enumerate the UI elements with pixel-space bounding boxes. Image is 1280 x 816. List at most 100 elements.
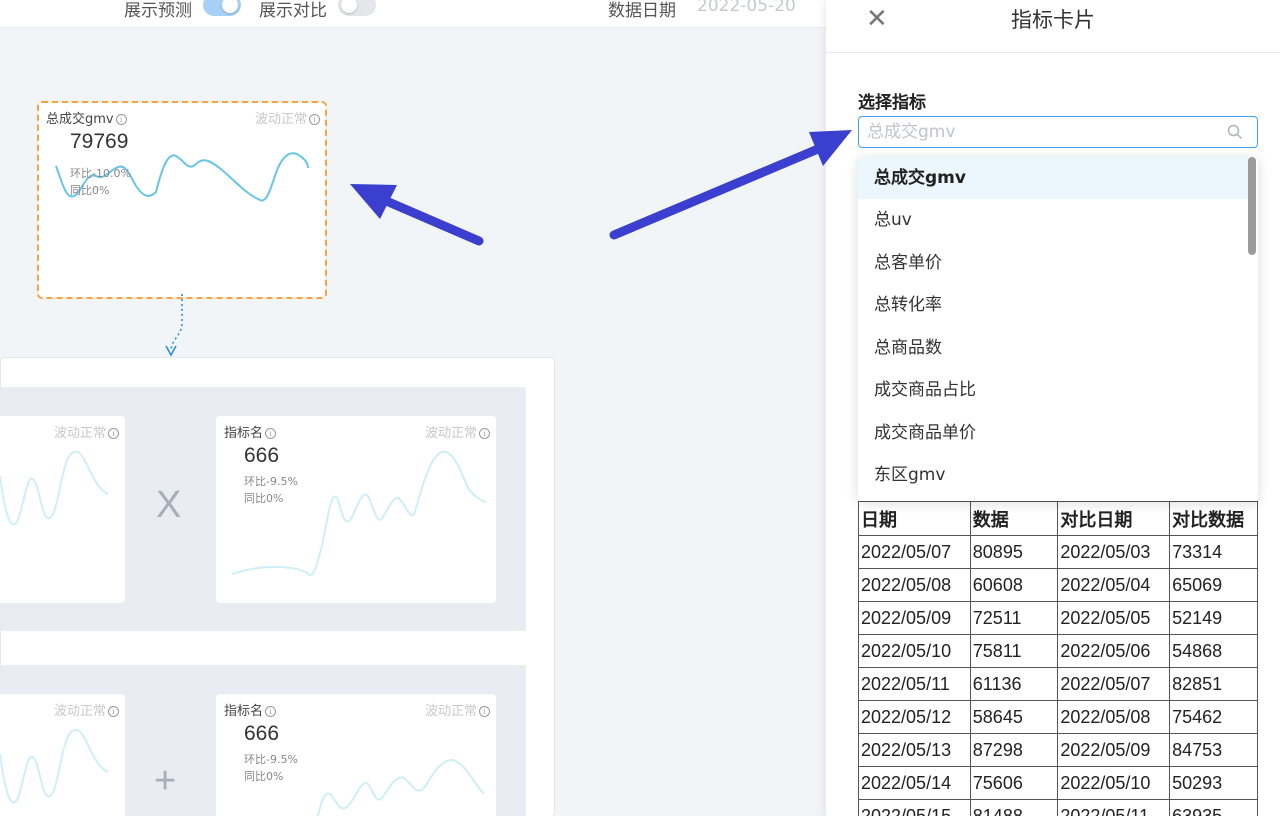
search-icon (1227, 124, 1243, 140)
table-row: 2022/05/15 81488 2022/05/11 63935 (858, 799, 1258, 816)
table-cell: 2022/05/08 (1057, 700, 1171, 734)
table-cell: 2022/05/07 (858, 535, 971, 569)
metric-value: 666 (244, 444, 280, 467)
yoy-change: 同比0% (244, 492, 284, 505)
table-cell: 58645 (969, 700, 1059, 734)
metric-name: 指标名 i (224, 700, 277, 719)
multiply-operator[interactable]: X (156, 484, 181, 527)
info-icon[interactable]: i (265, 428, 277, 439)
table-cell: 2022/05/06 (1057, 634, 1171, 668)
table-row: 2022/05/13 87298 2022/05/09 84753 (858, 733, 1258, 767)
toggle-knob (341, 0, 357, 13)
data-date-label: 数据日期 (608, 1, 676, 21)
table-cell: 2022/05/10 (1057, 766, 1171, 800)
data-date-picker[interactable]: 2022-05-20 (697, 0, 796, 16)
metric-search-input[interactable] (867, 120, 1217, 144)
table-cell: 2022/05/09 (1057, 733, 1171, 767)
info-icon[interactable]: i (479, 428, 490, 439)
yoy-change: 同比0% (244, 770, 284, 783)
metric-name: 总成交gmv i (46, 108, 127, 127)
table-cell: 75811 (969, 634, 1059, 668)
info-icon[interactable]: i (309, 114, 320, 125)
column-header: 对比日期 (1057, 501, 1171, 536)
metric-dropdown: 总成交gmv 总uv 总客单价 总转化率 总商品数 成交商品占比 成交商品单价 … (858, 157, 1258, 501)
table-cell: 65069 (1169, 568, 1258, 602)
table-cell: 73314 (1169, 535, 1258, 569)
dropdown-option[interactable]: 总客单价 (858, 242, 1250, 284)
drawer-title: 指标卡片 (1011, 8, 1095, 32)
table-cell: 2022/05/08 (858, 568, 971, 602)
mom-change: 环比-9.5% (244, 753, 298, 766)
table-cell: 2022/05/10 (858, 634, 971, 668)
mom-change: 环比-10.0% (70, 167, 131, 180)
right-metric-card[interactable]: 指标名 i 波动正常 i 666 环比-9.5% 同比0% (216, 416, 496, 603)
fluctuation-status: 波动正常 i (54, 700, 119, 719)
table-cell: 2022/05/12 (858, 700, 971, 734)
fluctuation-status: 波动正常 i (425, 700, 490, 719)
table-cell: 2022/05/09 (858, 601, 971, 635)
metric-name: 指标名 i (224, 422, 277, 441)
table-row: 2022/05/10 75811 2022/05/06 54868 (858, 634, 1258, 668)
info-icon[interactable]: i (108, 428, 119, 439)
table-cell: 2022/05/11 (858, 667, 971, 701)
table-cell: 50293 (1169, 766, 1258, 800)
table-row: 2022/05/07 80895 2022/05/03 73314 (858, 535, 1258, 569)
left-metric-card[interactable]: 波动正常 i (0, 694, 125, 816)
show-forecast-toggle[interactable] (203, 0, 241, 16)
table-cell: 84753 (1169, 733, 1258, 767)
table-cell: 2022/05/11 (1057, 799, 1171, 816)
dropdown-option[interactable]: 成交商品占比 (858, 369, 1250, 411)
drawer-header: ✕ 指标卡片 (826, 0, 1280, 53)
table-cell: 52149 (1169, 601, 1258, 635)
table-cell: 60608 (969, 568, 1059, 602)
info-icon[interactable]: i (265, 706, 277, 717)
table-cell: 2022/05/13 (858, 733, 971, 767)
table-row: 2022/05/12 58645 2022/05/08 75462 (858, 700, 1258, 734)
table-row: 2022/05/14 75606 2022/05/10 50293 (858, 766, 1258, 800)
metric-data-table: 日期 数据 对比日期 对比数据 2022/05/07 80895 2022/05/0… (858, 501, 1258, 816)
table-cell: 61136 (969, 667, 1059, 701)
fluctuation-status: 波动正常 i (425, 422, 490, 441)
metric-select[interactable] (858, 116, 1258, 148)
table-row: 2022/05/11 61136 2022/05/07 82851 (858, 667, 1258, 701)
plus-operator[interactable]: + (154, 760, 176, 803)
table-cell: 2022/05/03 (1057, 535, 1171, 569)
fluctuation-status: 波动正常 i (54, 422, 119, 441)
dropdown-option[interactable]: 总成交gmv (858, 157, 1250, 199)
info-icon[interactable]: i (115, 114, 127, 125)
table-cell: 75606 (969, 766, 1059, 800)
dropdown-option[interactable]: 总商品数 (858, 327, 1250, 369)
dropdown-option[interactable]: 东区gmv (858, 454, 1250, 496)
info-icon[interactable]: i (479, 706, 490, 717)
table-header-row: 日期 数据 对比日期 对比数据 (858, 501, 1258, 536)
table-cell: 75462 (1169, 700, 1258, 734)
left-metric-card[interactable]: 波动正常 i (0, 416, 125, 603)
table-row: 2022/05/09 72511 2022/05/05 52149 (858, 601, 1258, 635)
dropdown-option[interactable]: 成交商品单价 (858, 412, 1250, 454)
canvas: 总成交gmv i 波动正常 i 79769 环比-10.0% 同比0% 波动正常 i … (0, 28, 826, 816)
main-metric-card[interactable]: 总成交gmv i 波动正常 i 79769 环比-10.0% 同比0% (37, 101, 327, 299)
table-cell: 63935 (1169, 799, 1258, 816)
dropdown-option[interactable]: 总uv (858, 199, 1250, 241)
right-metric-card[interactable]: 指标名 i 波动正常 i 666 环比-9.5% 同比0% (216, 694, 496, 816)
metric-value: 79769 (70, 130, 129, 153)
table-cell: 2022/05/14 (858, 766, 971, 800)
toolbar: 展示预测 展示对比 数据日期 2022-05-20 (0, 0, 826, 28)
table-cell: 2022/05/04 (1057, 568, 1171, 602)
table-cell: 87298 (969, 733, 1059, 767)
dropdown-option[interactable]: 总转化率 (858, 284, 1250, 326)
show-compare-toggle[interactable] (338, 0, 376, 16)
table-cell: 82851 (1169, 667, 1258, 701)
table-cell: 2022/05/15 (858, 799, 971, 816)
dropdown-scrollbar[interactable] (1248, 157, 1256, 255)
select-metric-label: 选择指标 (858, 93, 926, 113)
table-cell: 2022/05/05 (1057, 601, 1171, 635)
mom-change: 环比-9.5% (244, 475, 298, 488)
metric-card-drawer: ✕ 指标卡片 选择指标 总成交gmv 总uv 总客单价 总转化率 总商品数 成交… (826, 0, 1280, 816)
connector-arrow (165, 294, 183, 357)
table-row: 2022/05/08 60608 2022/05/04 65069 (858, 568, 1258, 602)
column-header: 日期 (858, 501, 971, 536)
info-icon[interactable]: i (108, 706, 119, 717)
metric-value: 666 (244, 722, 280, 745)
toggle-knob (222, 0, 238, 13)
